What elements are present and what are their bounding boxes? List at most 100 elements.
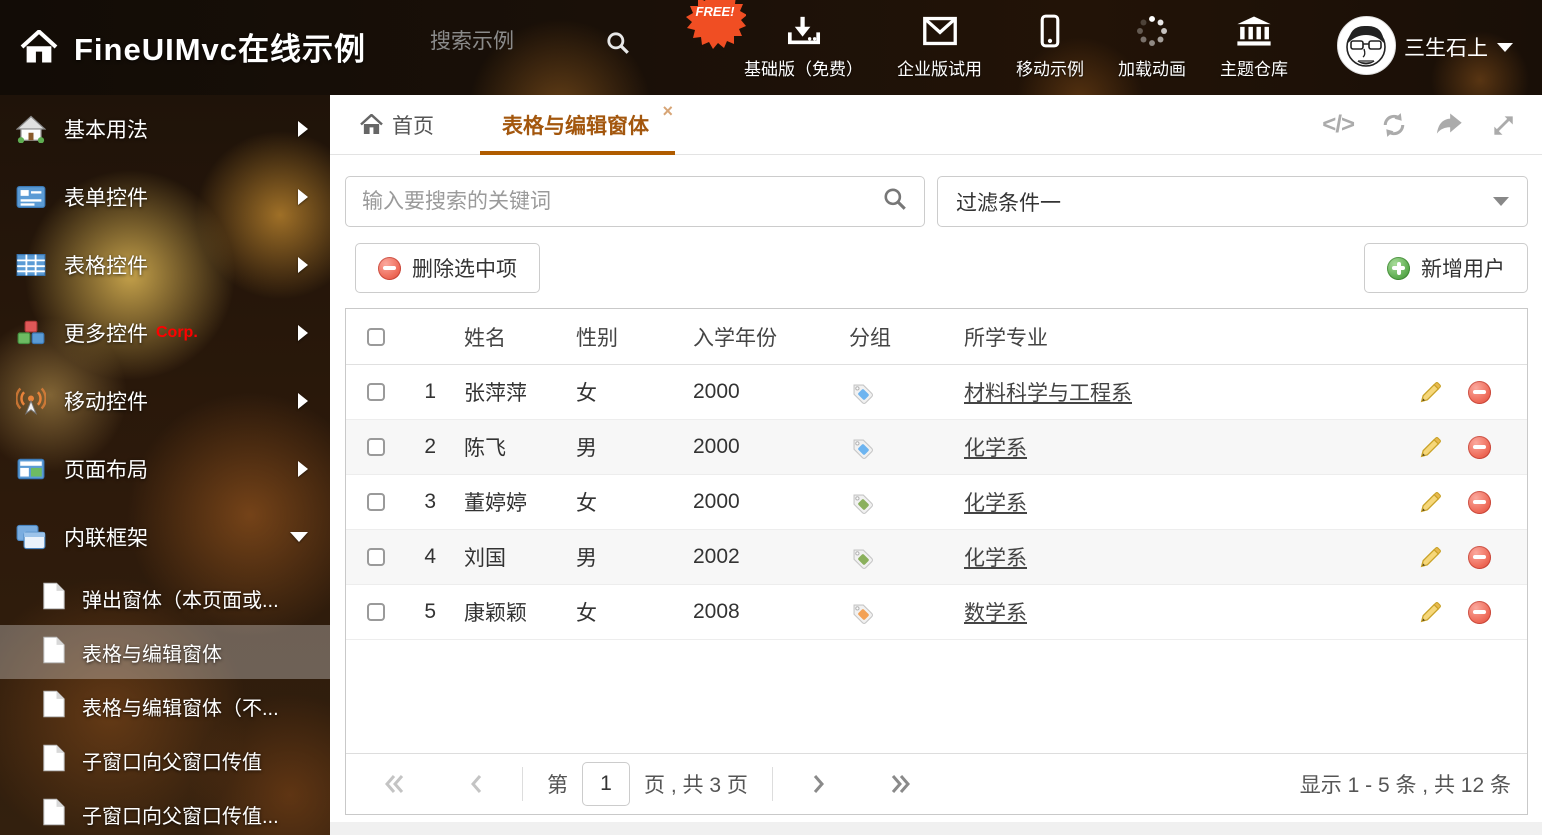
- pagination-bar: 第 页 , 共 3 页 显示 1 - 5 条 , 共 12 条: [346, 753, 1527, 814]
- avatar[interactable]: [1337, 16, 1396, 75]
- sidebar-item-mobile-controls[interactable]: 移动控件: [0, 367, 330, 435]
- chevron-right-icon: [298, 393, 308, 409]
- prev-page-icon[interactable]: [468, 772, 484, 796]
- row-checkbox[interactable]: [367, 548, 385, 566]
- share-icon[interactable]: [1434, 112, 1464, 138]
- edit-pencil-icon[interactable]: [1419, 546, 1442, 569]
- tag-icon: [847, 600, 959, 624]
- edit-pencil-icon[interactable]: [1419, 436, 1442, 459]
- filter-dropdown[interactable]: 过滤条件一: [937, 176, 1528, 227]
- row-checkbox[interactable]: [367, 438, 385, 456]
- user-menu[interactable]: 三生石上: [1404, 32, 1513, 62]
- divider: [522, 767, 523, 801]
- logo[interactable]: FineUIMvc在线示例: [20, 24, 366, 69]
- row-name: 陈飞: [442, 432, 572, 462]
- major-link[interactable]: 化学系: [964, 492, 1027, 515]
- main-content: 首页 表格与编辑窗体 × </>: [330, 95, 1542, 835]
- next-page-icon[interactable]: [811, 772, 827, 796]
- row-year: 2000: [687, 490, 847, 514]
- data-grid: 姓名 性别 入学年份 分组 所学专业 1 张萍萍 女 2000 材料科学与工程系: [345, 308, 1528, 815]
- expand-icon[interactable]: [1490, 112, 1516, 138]
- page-number-input[interactable]: [582, 762, 630, 806]
- edit-pencil-icon[interactable]: [1419, 381, 1442, 404]
- code-icon[interactable]: </>: [1322, 111, 1354, 139]
- major-link[interactable]: 化学系: [964, 547, 1027, 570]
- delete-row-icon[interactable]: [1468, 491, 1491, 514]
- nav-basic-free[interactable]: 基础版（免费）: [727, 14, 880, 80]
- sidebar-item-grid-controls[interactable]: 表格控件: [0, 231, 330, 299]
- nav-theme-repo[interactable]: 主题仓库: [1203, 14, 1305, 80]
- refresh-icon[interactable]: [1380, 111, 1408, 139]
- sidebar-subitem-child-to-parent-2[interactable]: 子窗口向父窗口传值...: [0, 787, 330, 835]
- col-header-name: 姓名: [442, 322, 572, 352]
- chevron-down-icon: [1497, 43, 1513, 52]
- add-user-button[interactable]: 新增用户: [1364, 243, 1528, 293]
- nav-loading-animation[interactable]: 加载动画: [1101, 14, 1203, 80]
- major-link[interactable]: 材料科学与工程系: [964, 382, 1132, 405]
- sidebar-subitem-grid-edit-window[interactable]: 表格与编辑窗体: [0, 625, 330, 679]
- divider: [772, 767, 773, 801]
- row-index: 2: [402, 435, 442, 459]
- chevron-right-icon: [298, 461, 308, 477]
- bank-icon: [1236, 14, 1272, 48]
- app-header: FineUIMvc在线示例 FREE! 基础版（免费）: [0, 0, 1542, 95]
- delete-row-icon[interactable]: [1468, 601, 1491, 624]
- nav-label: 移动示例: [1016, 55, 1084, 80]
- row-checkbox[interactable]: [367, 383, 385, 401]
- keyword-search-input[interactable]: [362, 190, 882, 214]
- sidebar-item-label: 内联框架: [64, 522, 148, 552]
- sidebar-item-inline-frame[interactable]: 内联框架: [0, 503, 330, 571]
- sidebar-item-form-controls[interactable]: 表单控件: [0, 163, 330, 231]
- nav-enterprise-trial[interactable]: 企业版试用: [880, 14, 999, 80]
- row-gender: 男: [572, 542, 687, 572]
- nav-mobile-demo[interactable]: 移动示例: [999, 14, 1101, 80]
- search-icon[interactable]: [882, 186, 908, 217]
- delete-row-icon[interactable]: [1468, 436, 1491, 459]
- tab-grid-edit-window[interactable]: 表格与编辑窗体 ×: [480, 95, 675, 155]
- last-page-icon[interactable]: [889, 772, 911, 796]
- row-checkbox[interactable]: [367, 603, 385, 621]
- sidebar-item-more-controls[interactable]: 更多控件 Corp.: [0, 299, 330, 367]
- row-name: 董婷婷: [442, 487, 572, 517]
- tab-home[interactable]: 首页: [360, 110, 434, 140]
- sidebar-subitem-child-to-parent[interactable]: 子窗口向父窗口传值: [0, 733, 330, 787]
- filter-row: 过滤条件一: [345, 176, 1528, 227]
- form-icon: [16, 185, 46, 209]
- sidebar-item-page-layout[interactable]: 页面布局: [0, 435, 330, 503]
- tab-toolbar: </>: [1322, 111, 1516, 139]
- chevron-down-icon: [290, 532, 308, 542]
- edit-pencil-icon[interactable]: [1419, 491, 1442, 514]
- sidebar-item-label: 页面布局: [64, 454, 148, 484]
- spinner-icon: [1135, 14, 1169, 48]
- nav-label: 主题仓库: [1220, 55, 1288, 80]
- tag-icon: [847, 435, 959, 459]
- row-gender: 女: [572, 487, 687, 517]
- row-name: 张萍萍: [442, 377, 572, 407]
- search-icon[interactable]: [605, 30, 631, 61]
- first-page-icon[interactable]: [384, 772, 406, 796]
- row-checkbox[interactable]: [367, 493, 385, 511]
- edit-pencil-icon[interactable]: [1419, 601, 1442, 624]
- major-link[interactable]: 数学系: [964, 602, 1027, 625]
- row-index: 3: [402, 490, 442, 514]
- delete-row-icon[interactable]: [1468, 381, 1491, 404]
- select-all-checkbox[interactable]: [367, 328, 385, 346]
- sidebar-subitem-grid-edit-window-2[interactable]: 表格与编辑窗体（不...: [0, 679, 330, 733]
- header-search-input[interactable]: [430, 30, 588, 54]
- sidebar-subitem-label: 表格与编辑窗体（不...: [82, 692, 279, 721]
- delete-row-icon[interactable]: [1468, 546, 1491, 569]
- close-icon[interactable]: ×: [662, 101, 673, 122]
- sidebar-subitem-label: 弹出窗体（本页面或...: [82, 584, 279, 613]
- file-icon: [42, 744, 66, 777]
- tag-icon: [847, 545, 959, 569]
- delete-selected-button[interactable]: 删除选中项: [355, 243, 540, 293]
- sidebar-item-label: 更多控件: [64, 318, 148, 348]
- sidebar-item-basic-usage[interactable]: 基本用法: [0, 95, 330, 163]
- page-suffix-label: 页 , 共 3 页: [644, 769, 748, 799]
- file-icon: [42, 798, 66, 831]
- row-year: 2000: [687, 435, 847, 459]
- house-icon: [16, 115, 46, 143]
- sidebar-subitem-popup-window[interactable]: 弹出窗体（本页面或...: [0, 571, 330, 625]
- major-link[interactable]: 化学系: [964, 437, 1027, 460]
- delete-selected-label: 删除选中项: [412, 253, 517, 283]
